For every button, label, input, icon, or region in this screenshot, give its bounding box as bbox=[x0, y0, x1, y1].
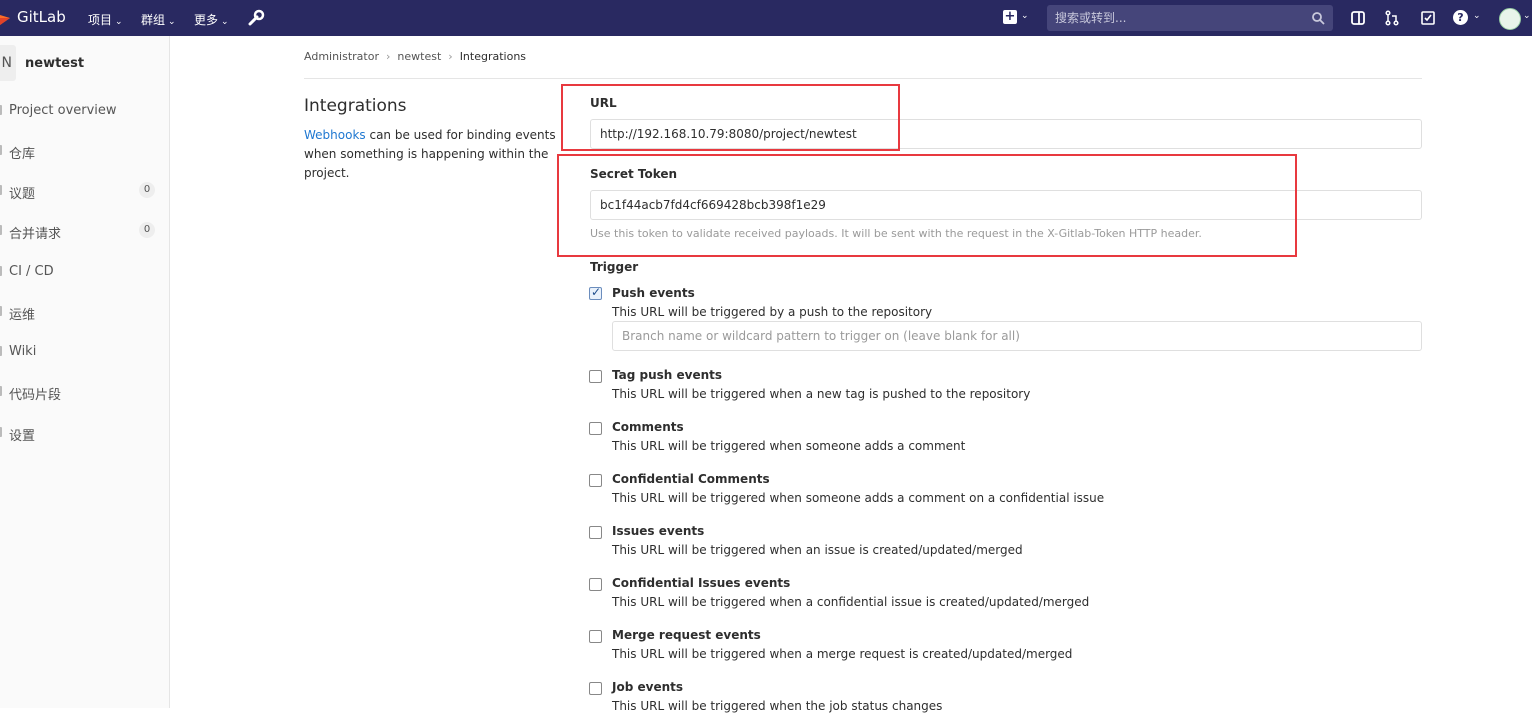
sidebar-item-label: 仓库 bbox=[9, 147, 36, 162]
brand-name[interactable]: GitLab bbox=[17, 8, 66, 26]
cloud-icon bbox=[0, 306, 2, 316]
breadcrumb: Administrator › newtest › Integrations bbox=[304, 50, 526, 63]
comments-checkbox[interactable] bbox=[589, 422, 602, 435]
webhooks-link[interactable]: Webhooks bbox=[304, 128, 366, 142]
event-title: Issues events bbox=[612, 524, 705, 538]
page-title: Integrations bbox=[304, 96, 407, 116]
divider bbox=[304, 78, 1422, 79]
nav-projects-menu[interactable]: 项目 ⌄ bbox=[88, 11, 123, 28]
chevron-down-icon[interactable]: ⌄ bbox=[1523, 11, 1531, 21]
tag-push-events-checkbox[interactable] bbox=[589, 370, 602, 383]
sidebar-item-label: Project overview bbox=[9, 103, 117, 118]
event-title: Confidential Comments bbox=[612, 472, 770, 486]
merge-requests-icon bbox=[0, 225, 2, 235]
admin-wrench-icon[interactable] bbox=[247, 9, 265, 27]
todo-checkbox-icon[interactable] bbox=[1420, 10, 1436, 26]
chevron-down-icon: ⌄ bbox=[115, 17, 123, 27]
chevron-down-icon: ⌄ bbox=[168, 17, 176, 27]
sidebar-item-wiki[interactable]: Wiki bbox=[0, 332, 169, 372]
nav-projects-label: 项目 bbox=[88, 13, 113, 27]
event-description: This URL will be triggered when someone … bbox=[612, 491, 1105, 505]
event-description: This URL will be triggered when an issue… bbox=[612, 543, 1023, 557]
repository-icon bbox=[0, 145, 2, 155]
merge-request-icon[interactable] bbox=[1384, 10, 1400, 26]
token-highlight-box bbox=[557, 154, 1297, 257]
sidebar-item-label: 代码片段 bbox=[9, 388, 62, 403]
breadcrumb-item-current[interactable]: Integrations bbox=[460, 50, 526, 63]
book-icon bbox=[0, 346, 2, 356]
sidebar-item-label: 设置 bbox=[9, 429, 36, 444]
rocket-icon bbox=[0, 266, 2, 276]
sidebar-item-ci-cd[interactable]: CI / CD bbox=[0, 252, 169, 292]
event-description: This URL will be triggered when a confid… bbox=[612, 595, 1090, 609]
count-badge: 0 bbox=[139, 182, 155, 198]
sidebar-item-label: 运维 bbox=[9, 308, 36, 323]
event-title: Push events bbox=[612, 286, 695, 300]
project-avatar[interactable]: N bbox=[0, 45, 16, 81]
confidential-issues-events-checkbox[interactable] bbox=[589, 578, 602, 591]
breadcrumb-item-admin[interactable]: Administrator bbox=[304, 50, 379, 63]
url-highlight-box bbox=[561, 84, 900, 151]
chevron-down-icon[interactable]: ⌄ bbox=[1021, 11, 1029, 21]
page-description: Webhooks can be used for binding events … bbox=[304, 126, 556, 183]
sidebar-item-merge-requests[interactable]: 合并请求 0 bbox=[0, 211, 169, 251]
overview-icon bbox=[0, 105, 2, 115]
help-icon[interactable]: ? bbox=[1453, 10, 1468, 25]
checkmark-icon: ✓ bbox=[591, 285, 602, 299]
event-title: Confidential Issues events bbox=[612, 576, 791, 590]
issues-events-checkbox[interactable] bbox=[589, 526, 602, 539]
branch-filter-input[interactable] bbox=[612, 321, 1422, 351]
event-description: This URL will be triggered when a merge … bbox=[612, 647, 1073, 661]
nav-groups-label: 群组 bbox=[141, 13, 166, 27]
search-icon[interactable] bbox=[1311, 11, 1325, 25]
sidebar-toggle-icon[interactable] bbox=[1350, 10, 1366, 26]
user-avatar[interactable] bbox=[1499, 8, 1521, 30]
top-navbar: GitLab 项目⌄ 群组⌄ 更多⌄ + ⌄ ? ⌄ ⌄ bbox=[0, 0, 1532, 36]
sidebar-item-issues[interactable]: 议题 0 bbox=[0, 171, 169, 211]
sidebar-item-project-overview[interactable]: Project overview bbox=[0, 91, 169, 131]
gear-icon bbox=[0, 427, 2, 437]
sidebar-item-label: 合并请求 bbox=[9, 227, 62, 242]
nav-groups-menu[interactable]: 群组 ⌄ bbox=[141, 11, 176, 28]
snippet-icon bbox=[0, 386, 2, 396]
search-input[interactable] bbox=[1047, 5, 1313, 31]
event-description: This URL will be triggered when a new ta… bbox=[612, 387, 1031, 401]
nav-more-menu[interactable]: 更多 ⌄ bbox=[194, 11, 229, 28]
event-description: This URL will be triggered by a push to … bbox=[612, 305, 933, 319]
event-title: Job events bbox=[612, 680, 683, 694]
sidebar-item-operations[interactable]: 运维 bbox=[0, 292, 169, 332]
job-events-checkbox[interactable] bbox=[589, 682, 602, 695]
issues-icon bbox=[0, 185, 2, 195]
chevron-down-icon: ⌄ bbox=[221, 17, 229, 27]
sidebar-item-label: CI / CD bbox=[9, 264, 54, 279]
event-title: Tag push events bbox=[612, 368, 723, 382]
new-item-plus-icon[interactable]: + bbox=[1003, 10, 1017, 24]
project-name[interactable]: newtest bbox=[25, 56, 84, 71]
merge-request-events-checkbox[interactable] bbox=[589, 630, 602, 643]
event-description: This URL will be triggered when someone … bbox=[612, 439, 966, 453]
project-sidebar: N newtest Project overview 仓库 议题 0 合并请求 … bbox=[0, 36, 170, 708]
global-search[interactable] bbox=[1047, 5, 1333, 31]
sidebar-item-settings[interactable]: 设置 bbox=[0, 413, 169, 453]
push-events-checkbox[interactable]: ✓ bbox=[589, 285, 602, 300]
sidebar-item-repository[interactable]: 仓库 bbox=[0, 131, 169, 171]
event-description: This URL will be triggered when the job … bbox=[612, 699, 943, 713]
confidential-comments-checkbox[interactable] bbox=[589, 474, 602, 487]
nav-more-label: 更多 bbox=[194, 13, 219, 27]
chevron-right-icon: › bbox=[386, 50, 391, 63]
breadcrumb-item-project[interactable]: newtest bbox=[397, 50, 441, 63]
event-title: Merge request events bbox=[612, 628, 761, 642]
sidebar-item-label: 议题 bbox=[9, 187, 36, 202]
count-badge: 0 bbox=[139, 222, 155, 238]
sidebar-item-snippets[interactable]: 代码片段 bbox=[0, 372, 169, 412]
trigger-label: Trigger bbox=[590, 260, 639, 274]
chevron-down-icon[interactable]: ⌄ bbox=[1473, 11, 1481, 21]
chevron-right-icon: › bbox=[448, 50, 453, 63]
event-title: Comments bbox=[612, 420, 684, 434]
sidebar-item-label: Wiki bbox=[9, 344, 37, 359]
gitlab-logo-icon[interactable] bbox=[0, 9, 10, 27]
